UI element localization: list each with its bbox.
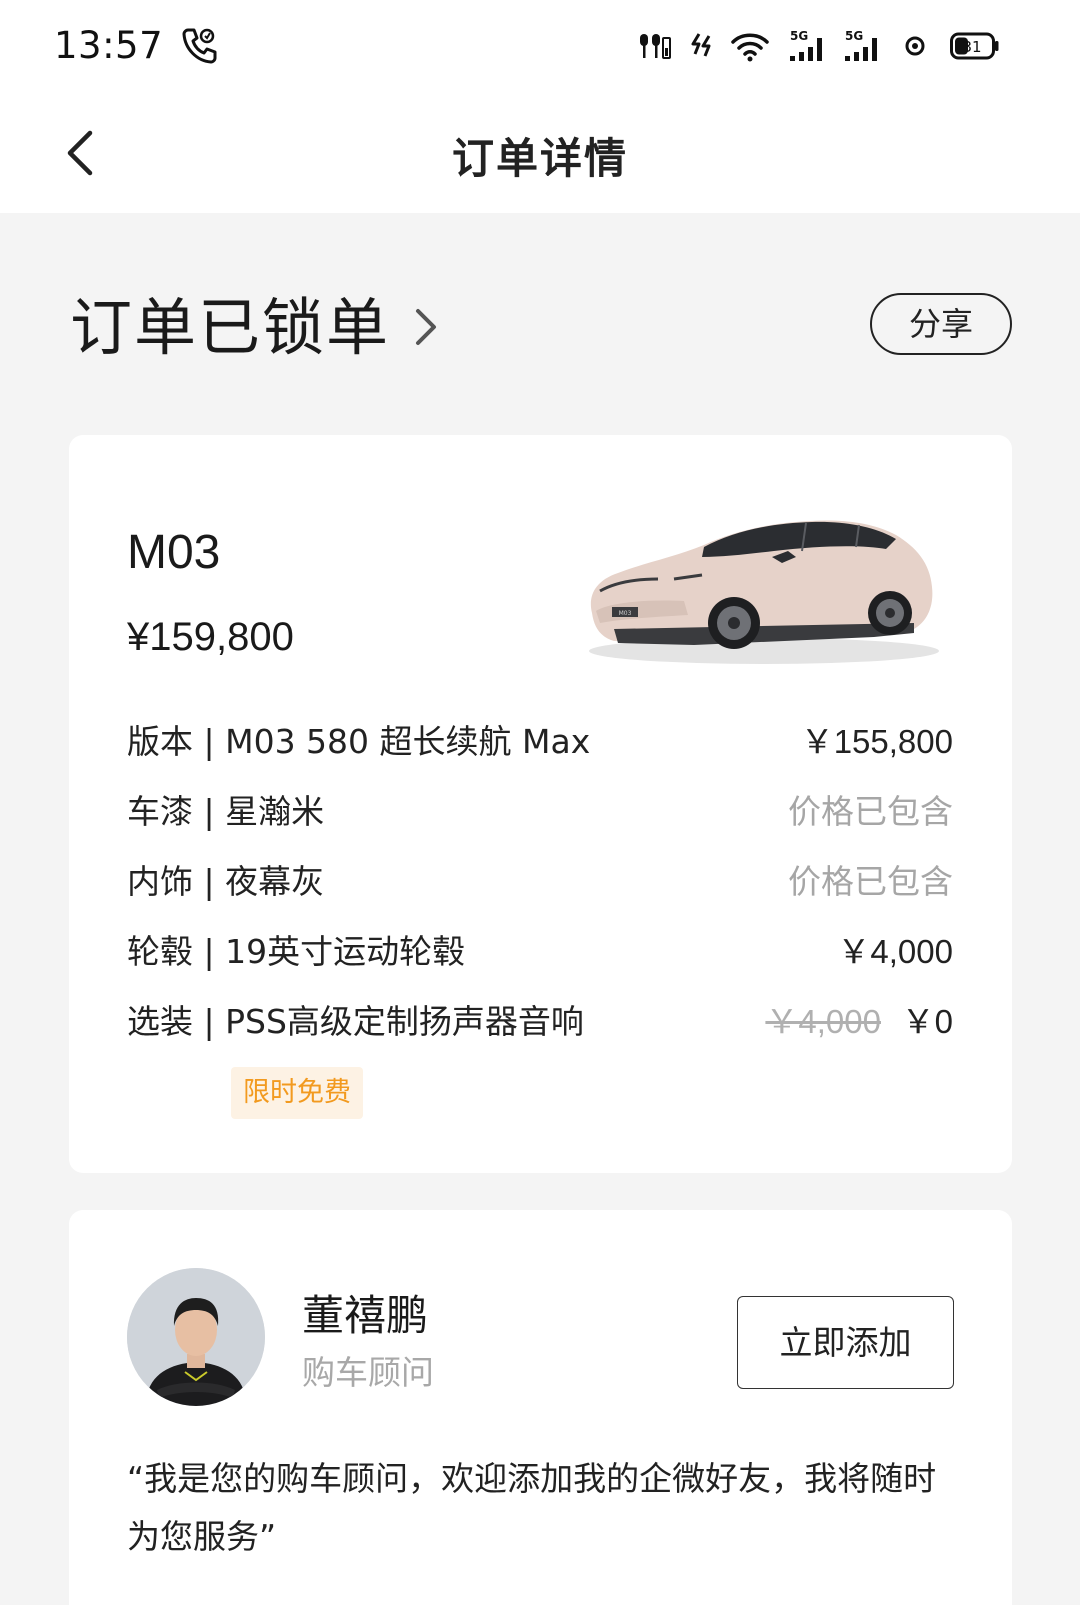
option-row-audio: 选装 | PSS高级定制扬声器音响 ￥4,000 ￥0 — [127, 995, 953, 1043]
chevron-right-icon — [416, 309, 437, 345]
car-total-price: ¥159,800 — [127, 615, 294, 659]
option-label: 选装 | PSS高级定制扬声器音响 — [127, 1002, 584, 1041]
option-price: ￥0 — [901, 1003, 953, 1040]
add-advisor-button[interactable]: 立即添加 — [737, 1296, 954, 1389]
order-status-link[interactable]: 订单已锁单 — [70, 282, 440, 364]
phone-call-icon — [182, 28, 217, 64]
option-label: 内饰 | 夜幕灰 — [127, 862, 325, 901]
nav-bar: 订单详情 — [0, 95, 1080, 213]
earbuds-battery-icon — [640, 34, 671, 59]
svg-text:M03: M03 — [619, 610, 632, 617]
focus-mode-icon — [905, 36, 925, 56]
option-price: ￥155,800 — [800, 723, 953, 760]
order-status-title: 订单已锁单 — [70, 291, 391, 364]
wifi-icon — [731, 33, 769, 62]
option-price: 价格已包含 — [788, 792, 953, 831]
option-price: 价格已包含 — [788, 862, 953, 901]
share-button[interactable]: 分享 — [870, 293, 1012, 355]
signal-5g-icon: 5G — [845, 29, 877, 61]
option-row-interior: 内饰 | 夜幕灰 价格已包含 — [127, 855, 953, 903]
advisor-name: 董禧鹏 — [302, 1291, 429, 1340]
option-row-version: 版本 | M03 580 超长续航 Max ￥155,800 — [127, 715, 953, 763]
signal-5g-icon: 5G — [790, 29, 822, 61]
option-label: 车漆 | 星瀚米 — [127, 792, 325, 831]
advisor-avatar — [127, 1268, 265, 1406]
car-config-card: M03 ¥159,800 M03 版本 | M03 580 超长续航 Max ￥… — [69, 435, 1012, 1173]
page-title: 订单详情 — [451, 134, 628, 183]
car-model-name: M03 — [127, 526, 221, 579]
svg-text:5G: 5G — [845, 29, 863, 43]
status-time: 13:57 — [54, 24, 164, 67]
option-original-price: ￥4,000 — [765, 1003, 881, 1040]
option-row-paint: 车漆 | 星瀚米 价格已包含 — [127, 785, 953, 833]
option-label: 版本 | M03 580 超长续航 Max — [127, 722, 591, 761]
battery-icon: 31 — [950, 32, 1000, 60]
option-price: ￥4,000 — [837, 933, 953, 970]
advisor-role: 购车顾问 — [302, 1353, 434, 1392]
data-transfer-icon — [691, 33, 711, 57]
option-label: 轮毂 | 19英寸运动轮毂 — [127, 932, 466, 971]
status-bar: 13:57 5G 5G 31 — [0, 0, 1080, 95]
svg-text:5G: 5G — [790, 29, 808, 43]
advisor-quote: “我是您的购车顾问，欢迎添加我的企微好友，我将随时为您服务” — [127, 1459, 937, 1556]
svg-text:31: 31 — [962, 38, 981, 56]
car-image: M03 — [589, 520, 939, 664]
advisor-card: 董禧鹏 购车顾问 立即添加 “我是您的购车顾问，欢迎添加我的企微好友，我将随时为… — [69, 1210, 1012, 1605]
free-promo-badge: 限时免费 — [231, 1067, 363, 1119]
option-row-wheels: 轮毂 | 19英寸运动轮毂 ￥4,000 — [127, 925, 953, 973]
